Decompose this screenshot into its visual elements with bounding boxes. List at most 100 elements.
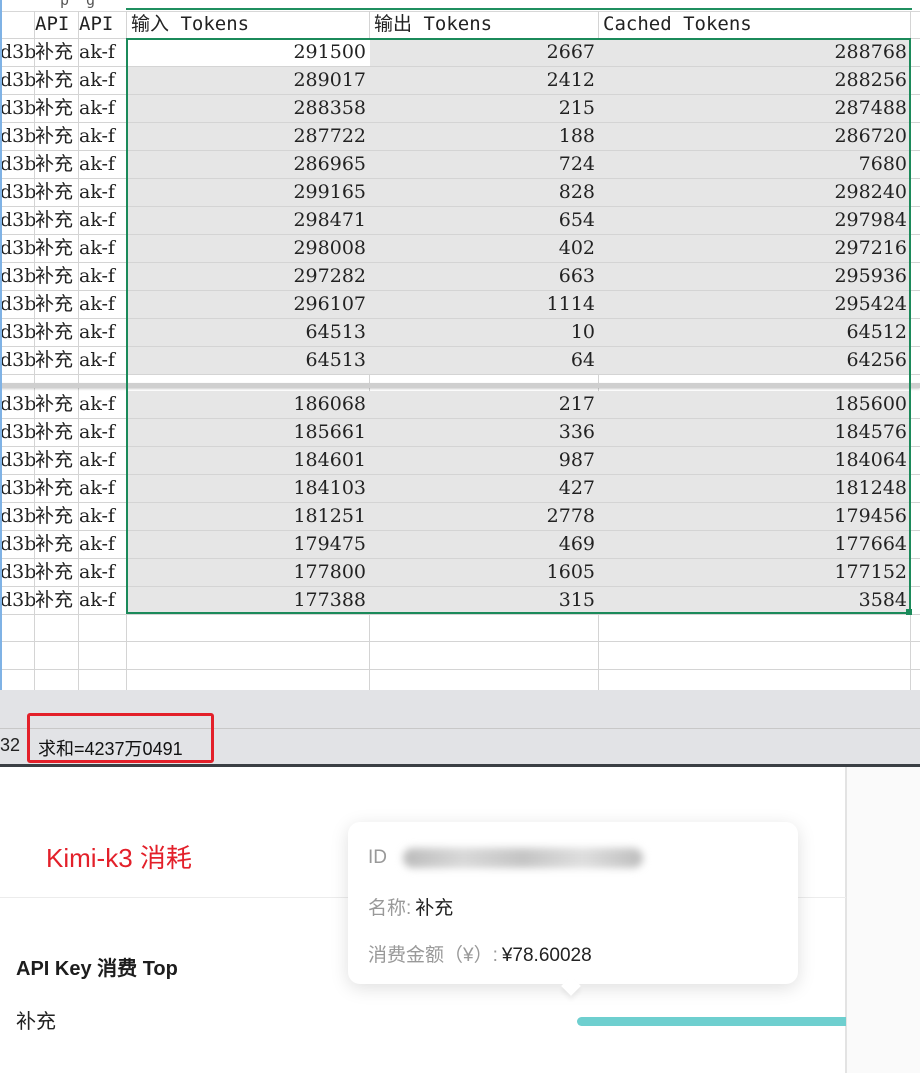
cell-id[interactable]: d3be xyxy=(0,319,35,346)
cell-name[interactable]: 补充 xyxy=(35,151,79,178)
cell-id[interactable]: d3be xyxy=(0,179,35,206)
cell-output-tokens[interactable]: 315 xyxy=(370,587,598,614)
cell-name[interactable]: 补充 xyxy=(35,531,79,558)
cell-name[interactable]: 补充 xyxy=(35,503,79,530)
cell-input-tokens[interactable]: 297282 xyxy=(127,263,369,290)
spreadsheet-grid[interactable]: p g API API 输入 Tokens 输出 Tokens Cached T… xyxy=(0,0,920,690)
cell-cached-tokens[interactable]: 286720 xyxy=(599,123,910,150)
table-row[interactable]: d3be补充ak-f288358215287488 xyxy=(0,95,920,123)
cell-name[interactable]: 补充 xyxy=(35,347,79,374)
cell-id[interactable]: d3be xyxy=(0,419,35,446)
cell-id[interactable]: d3be xyxy=(0,207,35,234)
cell-name[interactable]: 补充 xyxy=(35,419,79,446)
cell-input-tokens[interactable]: 177388 xyxy=(127,587,369,614)
cell-output-tokens[interactable]: 217 xyxy=(370,391,598,418)
cell-id[interactable]: d3be xyxy=(0,531,35,558)
cell-key[interactable]: ak-f xyxy=(79,207,126,234)
cell-output-tokens[interactable]: 654 xyxy=(370,207,598,234)
cell-output-tokens[interactable]: 987 xyxy=(370,447,598,474)
cell-name[interactable]: 补充 xyxy=(35,475,79,502)
table-row[interactable]: d3be补充ak-f299165828298240 xyxy=(0,179,920,207)
cell-id[interactable]: d3be xyxy=(0,503,35,530)
cell-id[interactable]: d3be xyxy=(0,587,35,614)
cell-cached-tokens[interactable]: 288256 xyxy=(599,67,910,94)
table-row[interactable]: d3be补充ak-f2869657247680 xyxy=(0,151,920,179)
cell-key[interactable]: ak-f xyxy=(79,39,126,66)
cell-cached-tokens[interactable]: 184576 xyxy=(599,419,910,446)
cell-input-tokens[interactable]: 185661 xyxy=(127,419,369,446)
cell-output-tokens[interactable]: 64 xyxy=(370,347,598,374)
header-cell-api[interactable]: API xyxy=(35,11,79,38)
table-row[interactable]: d3be补充ak-f298471654297984 xyxy=(0,207,920,235)
cell-key[interactable]: ak-f xyxy=(79,67,126,94)
cell-output-tokens[interactable]: 2667 xyxy=(370,39,598,66)
cell-name[interactable]: 补充 xyxy=(35,587,79,614)
empty-row[interactable] xyxy=(0,642,920,670)
cell-name[interactable]: 补充 xyxy=(35,235,79,262)
table-row[interactable]: d3be补充ak-f2961071114295424 xyxy=(0,291,920,319)
cell-key[interactable]: ak-f xyxy=(79,263,126,290)
cell-input-tokens[interactable]: 184103 xyxy=(127,475,369,502)
cell-name[interactable]: 补充 xyxy=(35,39,79,66)
header-cell-input-tokens[interactable]: 输入 Tokens xyxy=(127,11,369,38)
table-row[interactable]: d3be补充ak-f2890172412288256 xyxy=(0,67,920,95)
table-row[interactable]: d3be补充ak-f2915002667288768 xyxy=(0,39,920,67)
cell-cached-tokens[interactable]: 181248 xyxy=(599,475,910,502)
table-row[interactable]: d3be补充ak-f287722188286720 xyxy=(0,123,920,151)
cell-id[interactable]: d3be xyxy=(0,475,35,502)
cell-cached-tokens[interactable]: 287488 xyxy=(599,95,910,122)
empty-row[interactable] xyxy=(0,614,920,642)
cell-key[interactable]: ak-f xyxy=(79,475,126,502)
cell-input-tokens[interactable]: 298471 xyxy=(127,207,369,234)
cell-input-tokens[interactable]: 288358 xyxy=(127,95,369,122)
cell-input-tokens[interactable]: 179475 xyxy=(127,531,369,558)
cell-input-tokens[interactable]: 286965 xyxy=(127,151,369,178)
empty-row[interactable] xyxy=(0,670,920,690)
cell-key[interactable]: ak-f xyxy=(79,559,126,586)
table-row[interactable]: d3be补充ak-f1778001605177152 xyxy=(0,559,920,587)
table-row[interactable]: d3be补充ak-f186068217185600 xyxy=(0,391,920,419)
cell-cached-tokens[interactable]: 288768 xyxy=(599,39,910,66)
cell-input-tokens[interactable]: 64513 xyxy=(127,347,369,374)
cell-input-tokens[interactable]: 299165 xyxy=(127,179,369,206)
fill-handle[interactable] xyxy=(906,609,912,615)
cell-input-tokens[interactable]: 181251 xyxy=(127,503,369,530)
cell-name[interactable]: 补充 xyxy=(35,291,79,318)
cell-key[interactable]: ak-f xyxy=(79,503,126,530)
cell-key[interactable]: ak-f xyxy=(79,151,126,178)
cell-output-tokens[interactable]: 10 xyxy=(370,319,598,346)
header-cell-api[interactable]: API xyxy=(79,11,126,38)
cell-output-tokens[interactable]: 663 xyxy=(370,263,598,290)
cell-key[interactable]: ak-f xyxy=(79,95,126,122)
cell-output-tokens[interactable]: 402 xyxy=(370,235,598,262)
cell-cached-tokens[interactable]: 295936 xyxy=(599,263,910,290)
cell-cached-tokens[interactable]: 185600 xyxy=(599,391,910,418)
cell-key[interactable]: ak-f xyxy=(79,391,126,418)
cell-id[interactable]: d3be xyxy=(0,347,35,374)
usage-bar[interactable] xyxy=(577,1017,846,1026)
cell-output-tokens[interactable]: 188 xyxy=(370,123,598,150)
cell-id[interactable]: d3be xyxy=(0,123,35,150)
table-row[interactable]: d3be补充ak-f645136464256 xyxy=(0,347,920,375)
cell-id[interactable]: d3be xyxy=(0,263,35,290)
table-row[interactable]: d3be补充ak-f185661336184576 xyxy=(0,419,920,447)
cell-id[interactable]: d3be xyxy=(0,235,35,262)
freeze-pane-divider[interactable] xyxy=(0,383,920,388)
cell-output-tokens[interactable]: 427 xyxy=(370,475,598,502)
table-row[interactable]: d3be补充ak-f1773883153584 xyxy=(0,587,920,615)
cell-name[interactable]: 补充 xyxy=(35,95,79,122)
cell-input-tokens[interactable]: 291500 xyxy=(127,39,369,66)
cell-id[interactable]: d3be xyxy=(0,151,35,178)
cell-cached-tokens[interactable]: 177664 xyxy=(599,531,910,558)
header-cell-cached-tokens[interactable]: Cached Tokens xyxy=(599,11,910,38)
cell-output-tokens[interactable]: 724 xyxy=(370,151,598,178)
cell-key[interactable]: ak-f xyxy=(79,587,126,614)
cell-key[interactable]: ak-f xyxy=(79,347,126,374)
cell-input-tokens[interactable]: 184601 xyxy=(127,447,369,474)
cell-name[interactable]: 补充 xyxy=(35,559,79,586)
cell-output-tokens[interactable]: 215 xyxy=(370,95,598,122)
table-row[interactable]: d3be补充ak-f179475469177664 xyxy=(0,531,920,559)
table-row[interactable]: d3be补充ak-f184103427181248 xyxy=(0,475,920,503)
cell-name[interactable]: 补充 xyxy=(35,447,79,474)
cell-key[interactable]: ak-f xyxy=(79,179,126,206)
